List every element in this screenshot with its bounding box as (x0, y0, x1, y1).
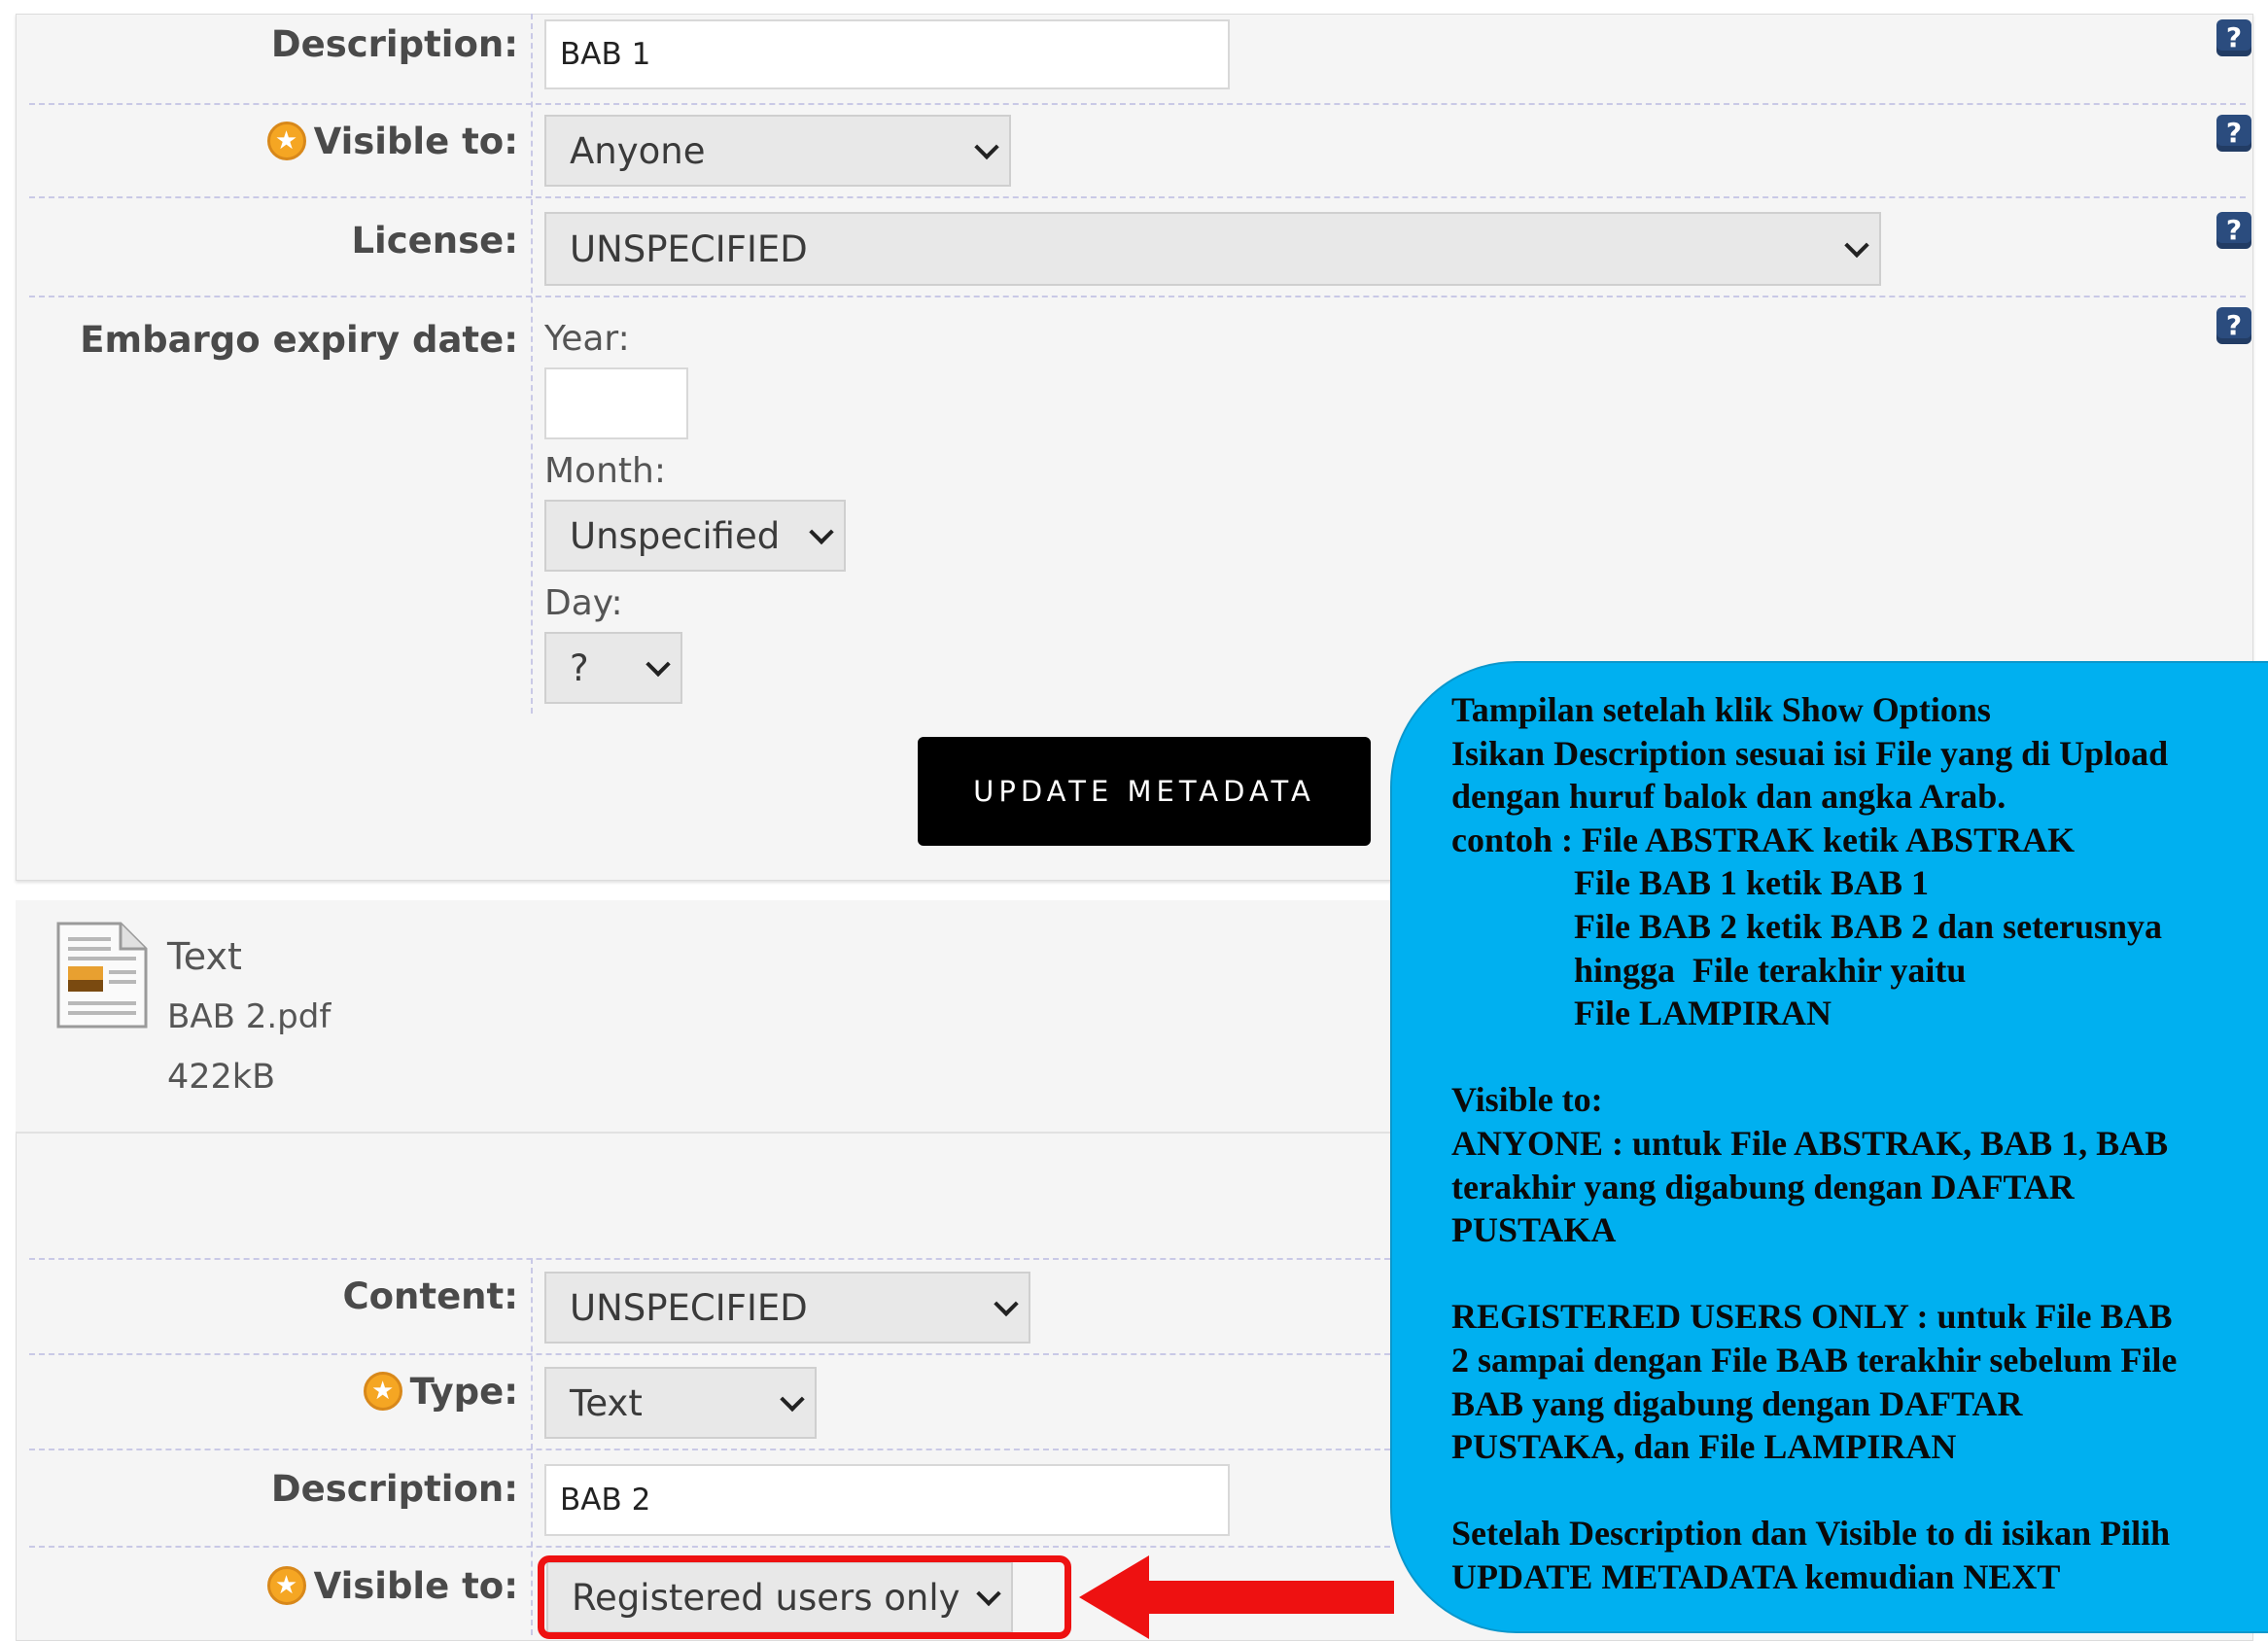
license-label: License: (351, 220, 518, 262)
day-label: Day: (544, 583, 623, 623)
file-document-icon (56, 922, 148, 1029)
visible-to-select[interactable]: Anyone (544, 115, 1011, 187)
chevron-down-icon (780, 1386, 805, 1413)
description-label: Description: (270, 23, 518, 65)
column-divider (531, 1258, 533, 1635)
chevron-down-icon (646, 651, 671, 678)
chevron-down-icon (1844, 232, 1869, 259)
star-icon: ★ (266, 1565, 306, 1605)
type-label: ★ Type: (363, 1371, 518, 1414)
file-type-text: Text (167, 935, 242, 978)
arrow-left-icon (1079, 1555, 1149, 1639)
help-icon[interactable]: ? (2216, 115, 2251, 152)
help-icon[interactable]: ? (2216, 212, 2251, 249)
file-size: 422kB (167, 1058, 276, 1097)
update-metadata-button[interactable]: UPDATE METADATA (918, 737, 1371, 846)
star-icon: ★ (266, 121, 306, 160)
star-icon: ★ (363, 1371, 402, 1411)
type-select[interactable]: Text (544, 1367, 817, 1439)
chevron-down-icon (994, 1291, 1019, 1317)
year-input[interactable] (544, 367, 688, 439)
column-divider (531, 14, 533, 714)
row-divider (29, 296, 2246, 297)
day-select[interactable]: ? (544, 632, 682, 704)
month-label: Month: (544, 451, 666, 491)
row-divider (29, 1353, 1390, 1355)
chevron-down-icon (974, 134, 999, 160)
description-label: Description: (270, 1468, 518, 1510)
month-select[interactable]: Unspecified (544, 500, 846, 572)
row-divider (29, 196, 2246, 198)
row-divider (29, 1546, 1390, 1548)
row-divider (29, 1449, 1390, 1450)
row-divider (29, 103, 2246, 105)
chevron-down-icon (809, 519, 834, 545)
year-label: Year: (544, 319, 630, 359)
embargo-expiry-label: Embargo expiry date: (80, 319, 518, 361)
instruction-text: Tampilan setelah klik Show Options Isika… (1451, 690, 2178, 1596)
visible-to-label: ★ Visible to: (266, 1565, 518, 1608)
license-select[interactable]: UNSPECIFIED (544, 212, 1881, 286)
help-icon[interactable]: ? (2216, 307, 2251, 344)
description-input[interactable]: BAB 2 (544, 1464, 1230, 1536)
file-name[interactable]: BAB 2.pdf (167, 997, 331, 1036)
visible-to-label: ★ Visible to: (266, 121, 518, 163)
content-select[interactable]: UNSPECIFIED (544, 1272, 1030, 1344)
row-divider (29, 1258, 1390, 1260)
description-input[interactable]: BAB 1 (544, 19, 1230, 89)
help-icon[interactable]: ? (2216, 19, 2251, 56)
arrow-left-icon (1149, 1581, 1394, 1614)
highlight-box (538, 1555, 1071, 1639)
content-label: Content: (342, 1275, 518, 1317)
